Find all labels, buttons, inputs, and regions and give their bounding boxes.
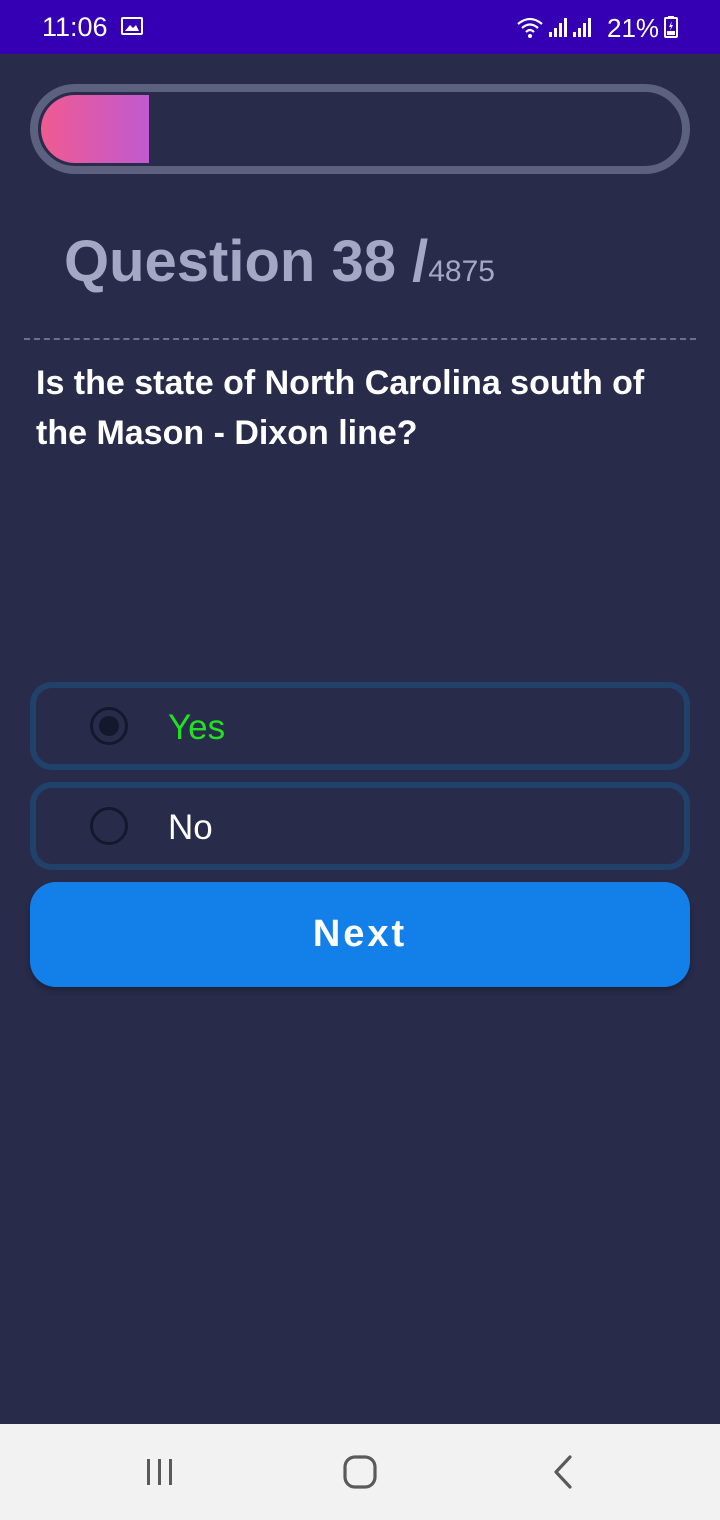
question-number: Question 38 / (64, 229, 429, 294)
battery-charging-icon (664, 16, 678, 38)
progress-fill (41, 95, 149, 163)
wifi-icon (517, 17, 543, 38)
option-label-yes: Yes (168, 708, 226, 747)
next-button[interactable]: Next (30, 882, 690, 987)
option-label-no: No (168, 808, 213, 847)
radio-button-selected[interactable] (90, 707, 128, 745)
back-icon[interactable] (546, 1454, 582, 1490)
question-text: Is the state of North Carolina south of … (36, 364, 645, 452)
signal-icon (573, 18, 591, 37)
battery-percent: 21% (607, 13, 660, 43)
radio-button[interactable] (90, 807, 128, 845)
dashed-divider (24, 338, 696, 340)
quiz-progress-bar (30, 84, 690, 174)
option-yes[interactable]: Yes (30, 682, 690, 770)
signal-icon (549, 18, 567, 37)
recents-icon[interactable] (142, 1454, 178, 1490)
option-no[interactable]: No (30, 782, 690, 870)
radio-dot (99, 716, 119, 736)
navigation-bar (0, 1424, 720, 1520)
question-total: 4875 (428, 255, 495, 288)
question-header: Question 38 /4875 (64, 228, 495, 295)
status-time: 11:06 (42, 12, 108, 42)
home-icon[interactable] (342, 1454, 378, 1490)
status-bar: 11:06 21% (0, 0, 720, 54)
gallery-icon (121, 17, 143, 35)
